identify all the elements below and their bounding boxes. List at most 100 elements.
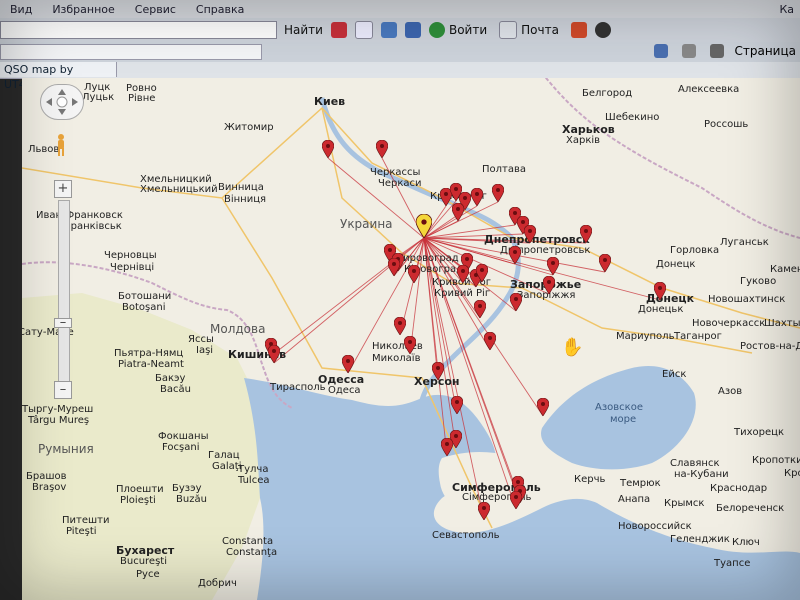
qso-marker-icon[interactable]	[484, 332, 496, 350]
city-label: Рівне	[128, 93, 156, 104]
city-label: Тихорецк	[734, 427, 784, 438]
city-label: Buzău	[176, 494, 207, 505]
key-icon[interactable]	[428, 22, 445, 38]
qso-marker-icon[interactable]	[451, 396, 463, 414]
toolbar: Найти Войти Почта	[0, 18, 800, 43]
pan-control[interactable]	[40, 84, 84, 120]
country-label: Молдова	[210, 322, 266, 336]
city-label: Славянск	[670, 458, 720, 469]
city-label: Braşov	[32, 482, 67, 493]
qso-marker-icon[interactable]	[476, 264, 488, 282]
qso-marker-icon[interactable]	[408, 265, 420, 283]
city-label: Геленджик	[670, 534, 730, 545]
city-label: Харків	[566, 135, 601, 146]
qso-marker-icon[interactable]	[510, 491, 522, 509]
qso-marker-icon[interactable]	[404, 336, 416, 354]
qso-marker-icon[interactable]	[268, 345, 280, 363]
qso-marker-icon[interactable]	[322, 140, 334, 158]
zoom-in-button[interactable]: +	[54, 180, 72, 198]
city-label: Киев	[314, 95, 346, 108]
house-icon[interactable]	[570, 22, 587, 38]
search-input[interactable]	[0, 21, 277, 39]
city-label: Темрюк	[620, 478, 661, 489]
address-bar-row: Страница	[0, 42, 800, 63]
qso-marker-icon[interactable]	[394, 317, 406, 335]
city-label: Кривий Ріг	[434, 288, 491, 299]
city-label: Вінниця	[224, 194, 267, 205]
login-button[interactable]: Войти	[449, 23, 487, 37]
check-icon[interactable]	[380, 22, 397, 38]
city-label: Брашов	[26, 471, 67, 482]
qso-marker-icon[interactable]	[471, 188, 483, 206]
translate-icon[interactable]	[404, 22, 421, 38]
city-label: Ростов-на-Д	[740, 341, 800, 352]
city-label: Шебекино	[605, 112, 660, 123]
city-label: Каменск	[770, 264, 800, 275]
city-label: Кропоткин	[752, 455, 800, 466]
city-label: Piatra-Neamt	[118, 359, 184, 370]
country-label: Румыния	[38, 442, 94, 456]
qso-marker-icon[interactable]	[524, 225, 536, 243]
qso-marker-icon[interactable]	[580, 225, 592, 243]
pegman-icon[interactable]	[55, 134, 67, 156]
city-label: Донецк	[656, 259, 696, 270]
mail-icon[interactable]	[499, 21, 518, 39]
city-label: Россошь	[704, 119, 749, 130]
zoom-out-button[interactable]: –	[54, 381, 72, 399]
map-canvas[interactable]: ЛуцкЛуцькРовноРівнеКиевСумыБелгородАлекс…	[22, 78, 800, 600]
menu-bar: Вид Избранное Сервис Справка Ка	[0, 0, 800, 19]
qso-marker-icon[interactable]	[432, 362, 444, 380]
city-label: Tulcea	[238, 475, 270, 486]
qso-marker-icon[interactable]	[599, 254, 611, 272]
city-label: Черновцы	[104, 250, 157, 261]
qso-marker-icon[interactable]	[547, 257, 559, 275]
city-label: Хмельницький	[140, 184, 218, 195]
city-label: Таганрог	[674, 331, 722, 342]
print-icon[interactable]	[710, 44, 725, 58]
city-label: Сумы	[504, 78, 532, 79]
qso-marker-icon[interactable]	[452, 203, 464, 221]
tab-qso-map[interactable]: QSO map by UT4UKW	[0, 62, 117, 91]
address-field[interactable]	[0, 44, 262, 60]
city-label: Керчь	[574, 474, 606, 485]
mail-button[interactable]: Почта	[521, 23, 559, 37]
zoom-slider-handle[interactable]: –	[54, 316, 72, 329]
city-label: Белореченск	[716, 503, 785, 514]
qso-marker-icon[interactable]	[342, 355, 354, 373]
city-label: Севастополь	[432, 530, 500, 541]
qso-marker-icon[interactable]	[543, 276, 555, 294]
qso-marker-icon[interactable]	[510, 293, 522, 311]
city-label: Ploieşti	[120, 495, 156, 506]
city-label: Луцьк	[82, 92, 115, 103]
city-label: Краснодар	[710, 483, 768, 494]
speech-bubble-icon[interactable]	[354, 21, 373, 39]
highlighter-icon[interactable]	[330, 22, 347, 38]
zoom-slider[interactable]	[58, 200, 70, 382]
city-label: Тыргу-Муреш	[22, 404, 94, 415]
qso-marker-icon[interactable]	[478, 502, 490, 520]
city-label: Бузэу	[172, 483, 202, 494]
find-button[interactable]: Найти	[280, 23, 327, 37]
menu-tools[interactable]: Сервис	[135, 3, 176, 16]
qso-marker-icon[interactable]	[441, 438, 453, 456]
gear-icon[interactable]	[594, 22, 611, 38]
city-label: Житомир	[224, 122, 274, 133]
sea-label: море	[610, 414, 637, 425]
home-marker-icon[interactable]	[416, 214, 432, 238]
qso-marker-icon[interactable]	[457, 265, 469, 283]
qso-marker-icon[interactable]	[474, 300, 486, 318]
qso-marker-icon[interactable]	[388, 258, 400, 276]
qso-marker-icon[interactable]	[492, 184, 504, 202]
menu-favorites[interactable]: Избранное	[52, 3, 114, 16]
qso-marker-icon[interactable]	[537, 398, 549, 416]
city-label: Азов	[718, 386, 743, 397]
qso-marker-icon[interactable]	[509, 246, 521, 264]
menu-view[interactable]: Вид	[10, 3, 32, 16]
menu-help[interactable]: Справка	[196, 3, 244, 16]
rss-icon[interactable]	[682, 44, 697, 58]
city-label: Iaşi	[196, 345, 214, 356]
page-menu-button[interactable]: Страница	[734, 44, 796, 58]
qso-marker-icon[interactable]	[654, 282, 666, 300]
home-icon[interactable]	[654, 44, 669, 58]
qso-marker-icon[interactable]	[376, 140, 388, 158]
